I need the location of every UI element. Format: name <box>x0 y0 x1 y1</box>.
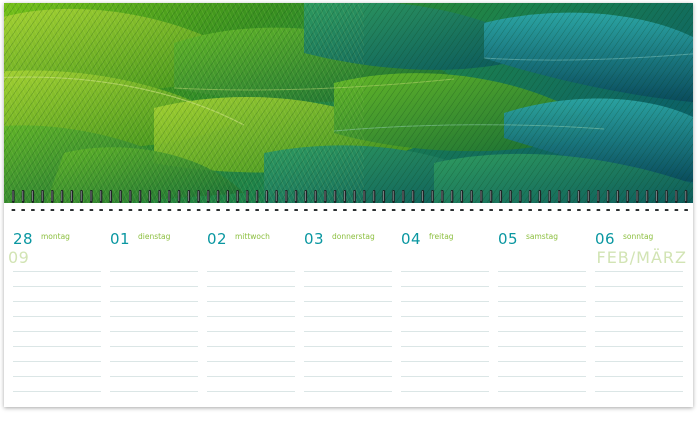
note-line <box>207 346 295 347</box>
note-line <box>595 391 683 392</box>
note-line <box>110 361 198 362</box>
note-line <box>304 301 392 302</box>
note-line <box>401 376 489 377</box>
weekday-label: donnerstag <box>332 232 375 241</box>
note-line <box>13 286 101 287</box>
note-line <box>595 286 683 287</box>
note-line <box>207 271 295 272</box>
day-number: 01 <box>110 230 131 248</box>
weekday-label: montag <box>41 232 70 241</box>
weekday-label: freitag <box>429 232 454 241</box>
note-line <box>13 391 101 392</box>
note-line <box>207 301 295 302</box>
weekday-label: sonntag <box>623 232 654 241</box>
note-line <box>207 286 295 287</box>
note-line <box>498 331 586 332</box>
day-column-dienstag: 01 dienstag <box>110 211 198 407</box>
desk-calendar: 28 montag 01 dienstag 02 mittwoch 03 donnerstag… <box>4 3 693 407</box>
note-line <box>110 286 198 287</box>
note-line <box>304 331 392 332</box>
note-line <box>498 346 586 347</box>
day-column-sonntag: 06 sonntag <box>595 211 683 407</box>
note-line <box>13 301 101 302</box>
weekday-label: samstag <box>526 232 559 241</box>
note-line <box>110 331 198 332</box>
day-number: 05 <box>498 230 519 248</box>
note-line <box>13 331 101 332</box>
note-line <box>498 391 586 392</box>
month-label: FEB/MÄRZ <box>596 248 687 267</box>
note-line <box>110 376 198 377</box>
week-number: 09 <box>8 248 30 267</box>
note-line <box>498 361 586 362</box>
note-line <box>401 286 489 287</box>
note-line <box>304 271 392 272</box>
day-column-freitag: 04 freitag <box>401 211 489 407</box>
note-line <box>110 316 198 317</box>
note-line <box>304 361 392 362</box>
note-line <box>401 271 489 272</box>
note-line <box>595 376 683 377</box>
day-column-montag: 28 montag <box>13 211 101 407</box>
note-line <box>207 316 295 317</box>
day-number: 06 <box>595 230 616 248</box>
note-line <box>401 346 489 347</box>
note-line <box>304 391 392 392</box>
note-line <box>595 346 683 347</box>
note-line <box>401 316 489 317</box>
note-line <box>595 331 683 332</box>
note-line <box>498 271 586 272</box>
note-line <box>498 301 586 302</box>
note-line <box>13 361 101 362</box>
day-column-samstag: 05 samstag <box>498 211 586 407</box>
note-line <box>304 346 392 347</box>
note-line <box>498 376 586 377</box>
note-line <box>207 376 295 377</box>
note-line <box>401 331 489 332</box>
note-line <box>304 286 392 287</box>
day-number: 03 <box>304 230 325 248</box>
note-line <box>595 361 683 362</box>
note-line <box>110 271 198 272</box>
note-line <box>595 301 683 302</box>
note-line <box>207 361 295 362</box>
note-line <box>207 331 295 332</box>
note-line <box>13 271 101 272</box>
feather-photo <box>4 3 693 203</box>
note-line <box>207 391 295 392</box>
weekday-label: dienstag <box>138 232 171 241</box>
note-line <box>110 301 198 302</box>
note-line <box>595 316 683 317</box>
note-line <box>595 271 683 272</box>
note-line <box>110 391 198 392</box>
week-page: 28 montag 01 dienstag 02 mittwoch 03 donnerstag… <box>4 211 693 407</box>
note-line <box>13 316 101 317</box>
day-number: 02 <box>207 230 228 248</box>
note-line <box>13 346 101 347</box>
note-line <box>498 286 586 287</box>
note-line <box>498 316 586 317</box>
note-line <box>304 376 392 377</box>
weekday-label: mittwoch <box>235 232 270 241</box>
note-line <box>110 346 198 347</box>
day-number: 04 <box>401 230 422 248</box>
day-column-donnerstag: 03 donnerstag <box>304 211 392 407</box>
note-line <box>304 316 392 317</box>
note-line <box>401 391 489 392</box>
day-column-mittwoch: 02 mittwoch <box>207 211 295 407</box>
note-line <box>13 376 101 377</box>
note-line <box>401 361 489 362</box>
day-number: 28 <box>13 230 34 248</box>
note-line <box>401 301 489 302</box>
